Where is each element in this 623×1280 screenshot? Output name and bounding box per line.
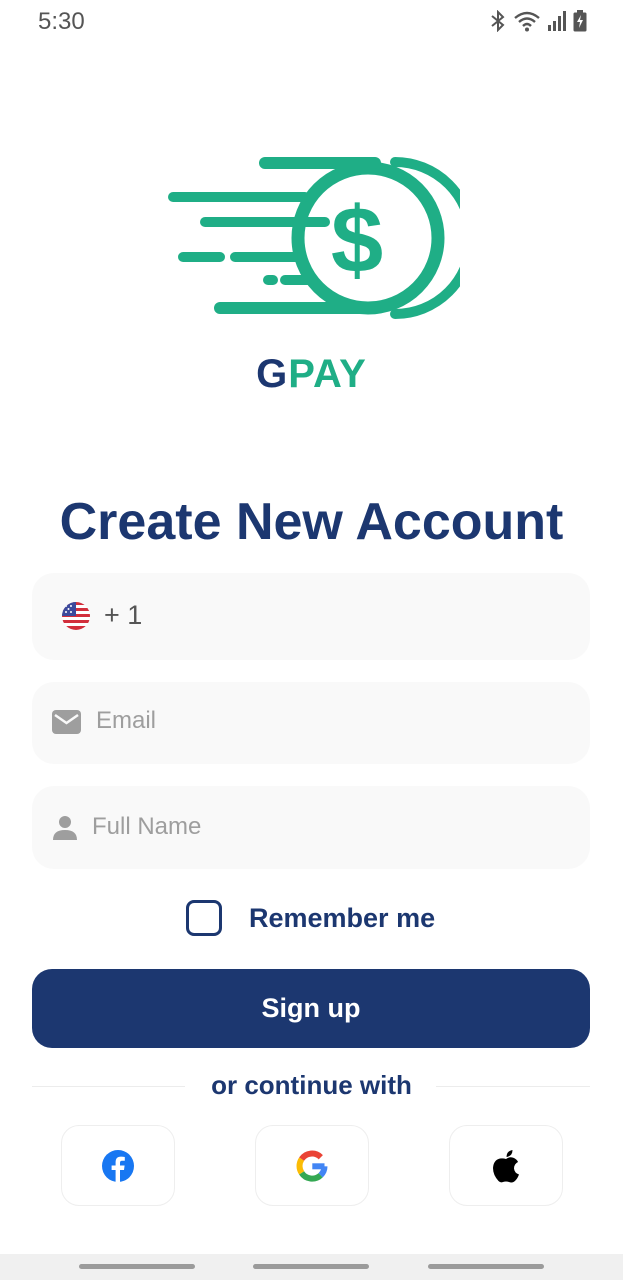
email-placeholder[interactable]: Email [96, 707, 156, 735]
bluetooth-icon [491, 10, 505, 32]
signal-icon [548, 11, 566, 31]
full-name-placeholder[interactable]: Full Name [92, 813, 201, 841]
remember-me[interactable]: Remember me [186, 900, 435, 936]
battery-icon [573, 10, 587, 32]
status-time: 5:30 [38, 8, 85, 35]
phone-code[interactable]: + 1 [104, 600, 142, 631]
google-icon [296, 1150, 328, 1182]
facebook-icon [102, 1149, 134, 1182]
email-field[interactable]: Email [32, 682, 590, 764]
remember-me-label[interactable]: Remember me [249, 903, 435, 934]
nav-pill-left[interactable] [79, 1264, 195, 1269]
wifi-icon [514, 11, 540, 32]
signup-button[interactable]: Sign up [32, 969, 590, 1048]
person-icon [53, 816, 77, 840]
brand-name: GPAY [0, 352, 623, 397]
svg-text:$: $ [331, 187, 383, 292]
apple-icon [493, 1149, 519, 1182]
brand-name-first: G [256, 352, 289, 396]
remember-me-checkbox[interactable] [186, 900, 222, 936]
gpay-logo: $ [168, 157, 460, 319]
nav-pill-center[interactable] [253, 1264, 369, 1269]
apple-login-button[interactable] [449, 1125, 563, 1206]
mail-icon [52, 710, 81, 734]
nav-pill-right[interactable] [428, 1264, 544, 1269]
page-title: Create New Account [59, 493, 564, 551]
status-icons [489, 10, 587, 32]
brand-name-rest: PAY [288, 352, 367, 396]
facebook-login-button[interactable] [61, 1125, 175, 1206]
google-login-button[interactable] [255, 1125, 369, 1206]
status-bar: 5:30 [0, 0, 623, 44]
phone-field[interactable]: + 1 [32, 573, 590, 660]
full-name-field[interactable]: Full Name [32, 786, 590, 869]
divider-right [436, 1086, 590, 1087]
navigation-bar [0, 1254, 623, 1280]
us-flag-icon[interactable] [62, 602, 90, 630]
